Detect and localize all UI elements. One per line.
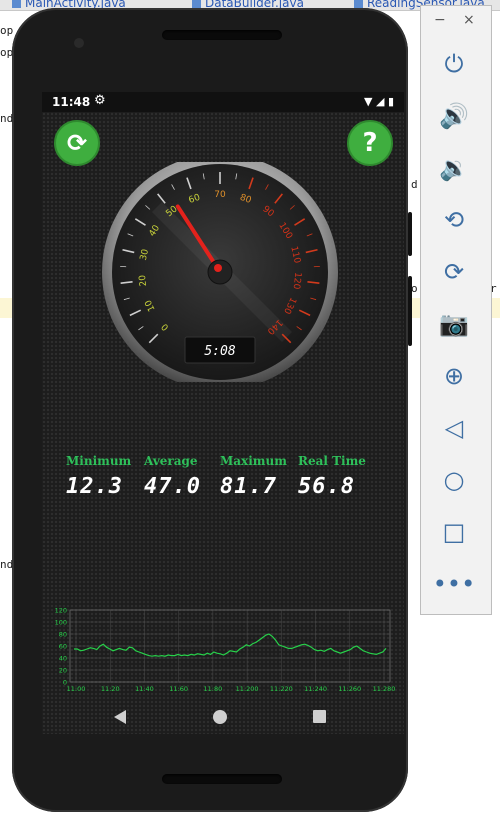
stat-real-time: Real Time 56.8	[298, 454, 388, 499]
stat-label: Maximum	[220, 454, 287, 468]
front-camera	[74, 38, 84, 48]
back-icon[interactable]	[114, 710, 126, 724]
home-icon[interactable]	[213, 710, 227, 724]
chart-x-tick-label: 11:280	[373, 685, 396, 693]
volume-down-icon[interactable]: 🔉	[437, 151, 471, 185]
phone-volume-button[interactable]	[408, 276, 412, 346]
chart-x-tick-label: 11:260	[338, 685, 361, 693]
chart-y-tick-label: 60	[59, 643, 67, 651]
needle-hub	[207, 259, 233, 285]
minimize-button[interactable]: −	[434, 12, 446, 28]
android-nav-bar	[42, 702, 404, 734]
bottom-speaker	[162, 774, 282, 784]
recent-apps-icon[interactable]	[313, 710, 326, 723]
stat-label: Minimum	[66, 454, 132, 468]
history-chart: 020406080100120 11:00 11:20 11:40 11:60 11:8…	[55, 607, 396, 694]
rotate-right-icon[interactable]: ⟳	[437, 255, 471, 289]
stat-maximum: Maximum 81.7	[220, 454, 310, 499]
emulator-toolbar: − × ⏻ 🔊 🔉 ⟲ ⟳ 📷 ⊕ ◁ ○ □ •••	[420, 5, 492, 615]
speed-gauge: 0102030405060 70 8090100110120130140 5:08	[102, 162, 338, 382]
stat-value: 56.8	[298, 474, 355, 499]
timer-display: 5:08	[204, 344, 235, 359]
rotate-left-icon[interactable]: ⟲	[437, 203, 471, 237]
chart-y-tick-label: 20	[59, 667, 67, 675]
chart-y-tick-label: 80	[59, 631, 67, 639]
chart-y-tick-label: 120	[55, 607, 67, 615]
status-time: 11:48	[52, 95, 91, 109]
chart-x-tick-label: 11:00	[67, 685, 86, 693]
chart-x-tick-label: 11:220	[270, 685, 293, 693]
refresh-icon: ⟳	[66, 129, 88, 157]
chart-y-tick-label: 100	[55, 619, 67, 627]
needle-cap	[214, 264, 222, 272]
status-icons: ▼ ◢ ▮	[364, 95, 394, 108]
gauge-tick-label: 120	[291, 272, 303, 290]
chart-x-tick-label: 11:240	[304, 685, 327, 693]
ide-code-fragment: op	[0, 24, 14, 37]
chart-x-tick-label: 11:80	[204, 685, 223, 693]
chart-series-line	[74, 633, 387, 657]
stat-value: 81.7	[220, 474, 277, 499]
home-icon[interactable]: ○	[437, 463, 471, 497]
java-file-icon	[354, 0, 363, 8]
close-button[interactable]: ×	[463, 12, 475, 28]
stat-label: Real Time	[298, 454, 366, 468]
refresh-button[interactable]: ⟳	[54, 120, 100, 166]
gear-icon: ⚙	[94, 93, 106, 108]
status-bar: 11:48 ⚙ ▼ ◢ ▮	[42, 92, 404, 112]
chart-x-tick-label: 11:60	[169, 685, 188, 693]
volume-up-icon[interactable]: 🔊	[437, 99, 471, 133]
back-icon[interactable]: ◁	[437, 411, 471, 445]
phone-power-button[interactable]	[408, 212, 412, 256]
chart-y-tick-label: 40	[59, 655, 67, 663]
help-icon: ?	[362, 128, 378, 158]
zoom-icon[interactable]: ⊕	[437, 359, 471, 393]
gauge-tick-label: 70	[214, 190, 226, 200]
gauge-tick-label: 20	[138, 274, 149, 287]
stat-value: 12.3	[66, 474, 123, 499]
java-file-icon	[12, 0, 21, 8]
more-icon[interactable]: •••	[433, 567, 475, 601]
chart-x-tick-label: 11:40	[135, 685, 154, 693]
camera-icon[interactable]: 📷	[437, 307, 471, 341]
top-speaker	[162, 30, 282, 40]
overview-icon[interactable]: □	[437, 515, 471, 549]
chart-x-tick-label: 11:200	[236, 685, 259, 693]
java-file-icon	[192, 0, 201, 8]
stat-minimum: Minimum 12.3	[66, 454, 156, 499]
phone-frame: 11:48 ⚙ ▼ ◢ ▮ ⟳ ? 0 10 20 30 40 50 60 70…	[12, 8, 408, 812]
app-screen: 11:48 ⚙ ▼ ◢ ▮ ⟳ ? 0 10 20 30 40 50 60 70…	[42, 92, 404, 734]
chart-x-tick-label: 11:20	[101, 685, 120, 693]
power-icon[interactable]: ⏻	[437, 47, 471, 81]
ide-code-fragment: d	[411, 178, 418, 191]
help-button[interactable]: ?	[347, 120, 393, 166]
